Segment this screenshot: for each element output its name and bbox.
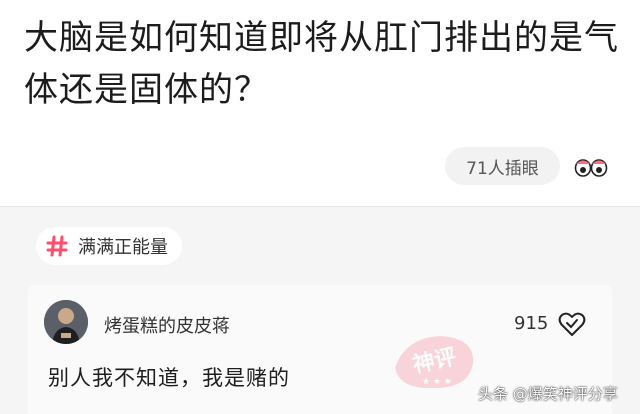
avatar-image — [44, 300, 88, 344]
eyes-icon[interactable] — [574, 155, 608, 177]
question-card: 大脑是如何知道即将从肛门排出的是气体还是固体的？ 71人插眼 — [0, 0, 640, 207]
heart-like-icon[interactable] — [558, 311, 586, 337]
poke-count-button[interactable]: 71人插眼 — [445, 147, 560, 185]
poke-count-label: 71人插眼 — [466, 158, 539, 179]
featured-comment-stamp: 神评 ★ ★ ★ — [395, 336, 474, 389]
svg-text:★ ★ ★: ★ ★ ★ — [422, 377, 452, 387]
question-title: 大脑是如何知道即将从肛门排出的是气体还是固体的？ — [24, 18, 619, 110]
like-count: 915 — [514, 313, 549, 334]
avatar[interactable] — [44, 300, 88, 344]
source-watermark: 头条 @爆笑神评分享 — [478, 385, 618, 403]
topic-tag[interactable]: 满满正能量 — [36, 227, 182, 265]
hash-icon — [46, 235, 68, 257]
topic-tag-label: 满满正能量 — [78, 237, 168, 258]
commenter-name[interactable]: 烤蛋糕的皮皮蒋 — [104, 312, 230, 338]
comment-text: 别人我不知道，我是赌的 — [48, 366, 290, 390]
